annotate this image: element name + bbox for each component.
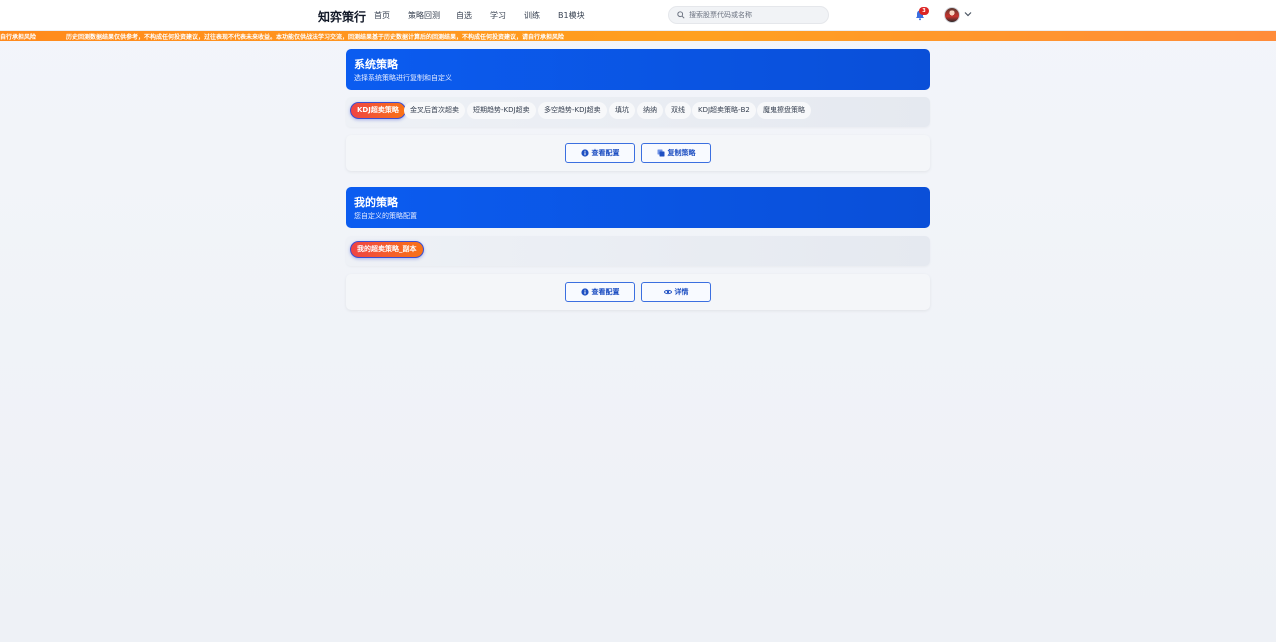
nav-item-learn[interactable]: 学习 xyxy=(490,10,506,21)
search-box xyxy=(668,6,829,24)
section-subtitle: 选择系统策略进行复制和自定义 xyxy=(354,74,452,82)
banner-text: 历史回测数据结果仅供参考，不构成任何投资建议，过往表现不代表未来收益。本功能仅供… xyxy=(66,34,565,41)
eye-icon xyxy=(663,289,672,295)
system-strategy-actions: 查看配置 复制策略 xyxy=(346,135,930,171)
copy-icon xyxy=(657,149,664,157)
notification-badge: 3 xyxy=(919,7,929,15)
avatar[interactable] xyxy=(944,7,960,23)
strategy-pill[interactable]: 双线 xyxy=(665,102,691,119)
strategy-pill[interactable]: 短期趋势-KDJ超卖 xyxy=(467,102,536,119)
strategy-pill[interactable]: 多空趋势-KDJ超卖 xyxy=(538,102,607,119)
view-config-button[interactable]: 查看配置 xyxy=(565,282,635,302)
strategy-pill[interactable]: 填坑 xyxy=(609,102,635,119)
system-strategy-list: KDJ超卖策略 金叉后首次超卖 短期趋势-KDJ超卖 多空趋势-KDJ超卖 填坑… xyxy=(346,97,930,127)
view-config-button[interactable]: 查看配置 xyxy=(565,143,635,163)
info-icon xyxy=(580,288,589,296)
my-strategy-list: 我的超卖策略_副本 xyxy=(346,236,930,266)
chevron-down-icon[interactable] xyxy=(964,11,972,17)
system-strategy-header: 系统策略 选择系统策略进行复制和自定义 xyxy=(346,49,930,90)
section-title: 系统策略 xyxy=(354,58,398,71)
view-config-label: 查看配置 xyxy=(591,149,620,157)
brand-logo[interactable]: 知弈策行 xyxy=(318,8,366,25)
strategy-pill-active[interactable]: KDJ超卖策略 xyxy=(350,102,406,119)
search-input[interactable] xyxy=(689,8,824,22)
strategy-pill[interactable]: 金叉后首次超卖 xyxy=(404,102,465,119)
section-subtitle: 您自定义的策略配置 xyxy=(354,212,417,220)
strategy-pill[interactable]: KDJ超卖策略-B2 xyxy=(692,102,756,119)
my-strategy-pill-active[interactable]: 我的超卖策略_副本 xyxy=(350,241,424,258)
nav-item-b1-module[interactable]: B1模块 xyxy=(558,10,585,21)
banner-text-tail: 自行承担风险 xyxy=(0,34,37,41)
info-icon xyxy=(580,149,589,157)
view-config-label: 查看配置 xyxy=(591,288,620,296)
nav-item-watchlist[interactable]: 自选 xyxy=(456,10,472,21)
copy-strategy-label: 复制策略 xyxy=(667,149,696,157)
section-title: 我的策略 xyxy=(354,196,398,209)
disclaimer-banner: 自行承担风险 历史回测数据结果仅供参考，不构成任何投资建议，过往表现不代表未来收… xyxy=(0,31,1276,41)
copy-strategy-button[interactable]: 复制策略 xyxy=(641,143,711,163)
my-strategy-actions: 查看配置 详情 xyxy=(346,274,930,310)
details-button[interactable]: 详情 xyxy=(641,282,711,302)
nav-item-training[interactable]: 训练 xyxy=(524,10,540,21)
strategy-pill[interactable]: 魔鬼擦盘策略 xyxy=(757,102,811,119)
top-navbar: 知弈策行 首页 策略回测 自选 学习 训练 B1模块 3 xyxy=(0,0,1276,31)
nav-item-backtest[interactable]: 策略回测 xyxy=(408,10,440,21)
search-icon xyxy=(677,11,685,19)
details-label: 详情 xyxy=(674,288,689,296)
strategy-pill[interactable]: 纳纳 xyxy=(637,102,663,119)
nav-item-home[interactable]: 首页 xyxy=(374,10,390,21)
my-strategy-header: 我的策略 您自定义的策略配置 xyxy=(346,187,930,228)
